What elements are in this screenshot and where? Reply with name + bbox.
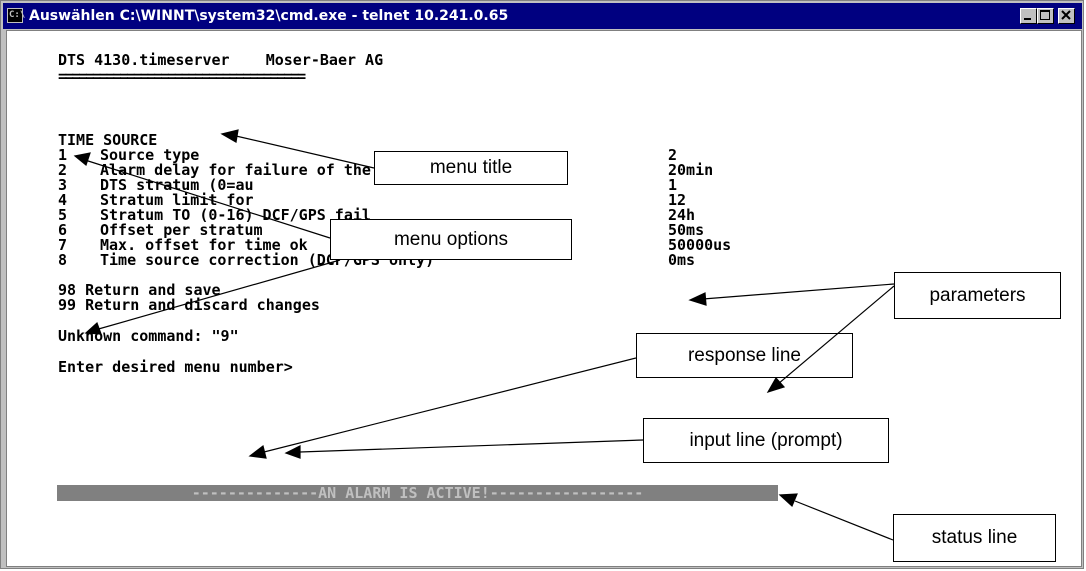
- arrowhead: [284, 445, 301, 459]
- arrow-menu-title: [235, 135, 375, 169]
- arrowhead: [220, 129, 239, 143]
- arrowhead: [84, 321, 102, 335]
- arrow-input-line: [299, 439, 644, 453]
- arrowhead: [766, 376, 786, 394]
- arrowhead: [688, 292, 707, 306]
- arrow-parameters-bottom: [777, 285, 895, 385]
- arrowhead: [73, 152, 91, 167]
- arrow-response-line: [263, 357, 637, 453]
- annotation-arrows: [73, 129, 895, 541]
- arrow-status-line: [794, 500, 894, 541]
- arrowhead: [778, 493, 798, 508]
- arrow-menu-options-up: [84, 159, 331, 239]
- arrowhead: [248, 444, 267, 459]
- arrow-parameters-top: [702, 283, 895, 300]
- arrow-menu-options-down: [94, 259, 341, 331]
